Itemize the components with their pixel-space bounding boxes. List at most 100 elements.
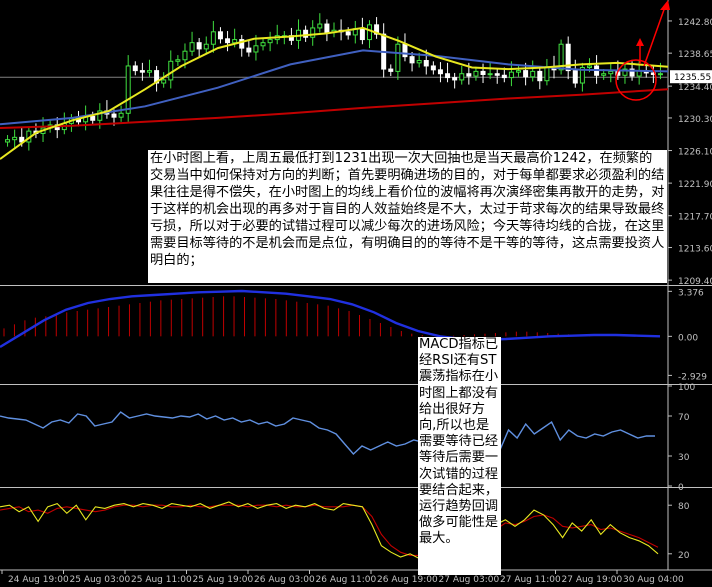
candle-body <box>189 42 195 52</box>
candle-body <box>508 71 514 79</box>
time-axis-tick-label: 27 Aug 11:00 <box>500 575 561 585</box>
annotation-arrow-shaft <box>643 3 667 67</box>
candle-body <box>5 139 11 143</box>
candle-body <box>523 70 529 78</box>
rsi-axis-tick-label: 100 <box>678 383 695 393</box>
candle-body <box>146 70 152 73</box>
candle-body <box>310 27 316 38</box>
macd-axis-tick-label: 3.376 <box>678 288 704 298</box>
candle-body <box>530 70 536 78</box>
candle-body <box>601 73 607 76</box>
current-price-label: 1235.55 <box>674 73 711 83</box>
candle-body <box>430 65 436 71</box>
candle-body <box>359 28 365 41</box>
candle-body <box>175 59 181 62</box>
time-axis-tick-label: 25 Aug 11:00 <box>131 575 192 585</box>
candle-body <box>480 70 486 75</box>
rsi-axis-tick-label: 0 <box>678 483 684 493</box>
time-axis-tick-label: 30 Aug 04:00 <box>623 575 684 585</box>
candle-body <box>196 42 202 50</box>
analysis-note-main: 在小时图上看，上周五最低打到1231出现一次大回抽也是当天最高价1242，在频繁… <box>148 150 667 283</box>
time-axis-tick-label: 26 Aug 11:00 <box>316 575 377 585</box>
candle-body <box>132 65 138 72</box>
price-axis-tick-label: 1242.80 <box>678 18 712 28</box>
candle-body <box>452 77 458 81</box>
price-axis-tick-label: 1226.10 <box>678 148 712 158</box>
rsi-line <box>0 411 655 456</box>
candle-body <box>437 69 443 75</box>
candle-body <box>161 79 167 84</box>
candle-body <box>459 73 465 81</box>
time-axis-tick-label: 26 Aug 03:00 <box>254 575 315 585</box>
time-axis-tick-label: 26 Aug 19:00 <box>377 575 438 585</box>
price-axis-tick-label: 1213.60 <box>678 245 712 255</box>
time-axis-tick-label: 27 Aug 03:00 <box>439 575 500 585</box>
candle-body <box>565 43 571 72</box>
time-axis-tick-label: 25 Aug 03:00 <box>70 575 131 585</box>
candle-body <box>125 65 131 114</box>
candle-body <box>366 24 372 41</box>
analysis-note-indicators: MACD指标已经RSI还有ST震荡指标在小时图上都没有给出很好方向,所以也是需要… <box>418 337 501 575</box>
candle-body <box>253 45 259 53</box>
candle-body <box>544 66 550 82</box>
candle-body <box>267 39 273 44</box>
candle-body <box>608 70 614 75</box>
candle-body <box>232 39 238 44</box>
candle-body <box>217 31 223 40</box>
price-axis-tick-label: 1230.30 <box>678 115 712 125</box>
candle-body <box>260 42 266 47</box>
price-axis-tick-label: 1234.40 <box>678 83 712 93</box>
candle-body <box>111 113 117 118</box>
price-axis-tick-label: 1217.70 <box>678 213 712 223</box>
candle-body <box>494 73 500 76</box>
chart-canvas: 1242.80 1238.65 1234.40 1230.30 1226.10 1221.… <box>0 0 712 585</box>
time-axis-tick-label: 24 Aug 19:00 <box>8 575 69 585</box>
candle-body <box>501 74 507 79</box>
chart-window: 1242.80 1238.65 1234.40 1230.30 1226.10 1221.… <box>0 0 712 587</box>
candle-body <box>572 70 578 84</box>
price-axis-tick-label: 1221.90 <box>678 180 712 190</box>
candle-body <box>416 60 422 64</box>
candle-body <box>487 73 493 76</box>
macd-axis-tick-label: 0.00 <box>678 333 698 343</box>
candle-body <box>225 38 231 44</box>
candle-body <box>445 73 451 79</box>
candle-body <box>409 56 415 64</box>
rsi-axis-tick-label: 70 <box>678 413 690 423</box>
candle-body <box>516 70 522 73</box>
price-axis-tick-label: 1238.65 <box>678 50 712 60</box>
candle-body <box>324 23 330 34</box>
candle-body <box>657 73 663 76</box>
stochastic-axis-tick-label: 80 <box>678 502 690 512</box>
price-axis-tick-label: 1209.40 <box>678 277 712 287</box>
candle-body <box>168 60 174 81</box>
rsi-axis-tick-label: 30 <box>678 453 690 463</box>
candle-body <box>182 50 188 61</box>
candle-body <box>246 47 252 53</box>
time-axis-tick-label: 25 Aug 19:00 <box>193 575 254 585</box>
macd-axis-tick-label: -2.929 <box>678 372 707 382</box>
candle-body <box>12 136 18 141</box>
candle-body <box>395 43 401 72</box>
candle-body <box>402 43 408 58</box>
candle-body <box>345 31 351 36</box>
candle-body <box>317 23 323 29</box>
stochastic-axis-tick-label: 20 <box>678 551 690 561</box>
stochastic-main-line <box>0 501 659 560</box>
candle-body <box>139 70 145 73</box>
candle-body <box>118 112 124 118</box>
macd-signal-line <box>0 289 661 349</box>
candle-body <box>90 115 96 121</box>
candle-body <box>423 60 429 67</box>
candle-body <box>388 68 394 72</box>
candle-body <box>203 43 209 50</box>
candle-body <box>586 65 592 69</box>
time-axis-tick-label: 27 Aug 19:00 <box>562 575 623 585</box>
candle-body <box>537 70 543 82</box>
candle-body <box>210 31 216 45</box>
annotation-circle <box>615 59 657 101</box>
candle-body <box>466 73 472 77</box>
candle-body <box>473 70 479 77</box>
stochastic-signal-line <box>0 504 659 558</box>
annotation-arrow-head-small <box>636 38 644 46</box>
